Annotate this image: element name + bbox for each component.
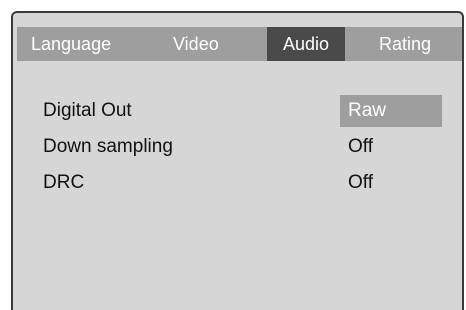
audio-setup-menu: Language Video Audio Rating Digital Out … — [11, 11, 464, 310]
setting-value-drc[interactable]: Off — [340, 167, 442, 199]
tab-rating[interactable]: Rating — [379, 27, 431, 61]
setting-row-drc[interactable]: DRC Off — [13, 167, 462, 199]
setting-label-down-sampling: Down sampling — [43, 136, 173, 157]
setting-value-down-sampling[interactable]: Off — [340, 131, 442, 163]
tab-video[interactable]: Video — [173, 27, 219, 61]
setting-value-digital-out[interactable]: Raw — [340, 95, 442, 127]
tab-language[interactable]: Language — [31, 27, 111, 61]
setting-label-digital-out: Digital Out — [43, 100, 132, 121]
setting-row-digital-out[interactable]: Digital Out Raw — [13, 95, 462, 127]
setting-label-drc: DRC — [43, 172, 85, 193]
tab-audio[interactable]: Audio — [267, 27, 345, 61]
menu-tab-bar: Language Video Audio Rating — [17, 27, 462, 61]
setting-row-down-sampling[interactable]: Down sampling Off — [13, 131, 462, 163]
